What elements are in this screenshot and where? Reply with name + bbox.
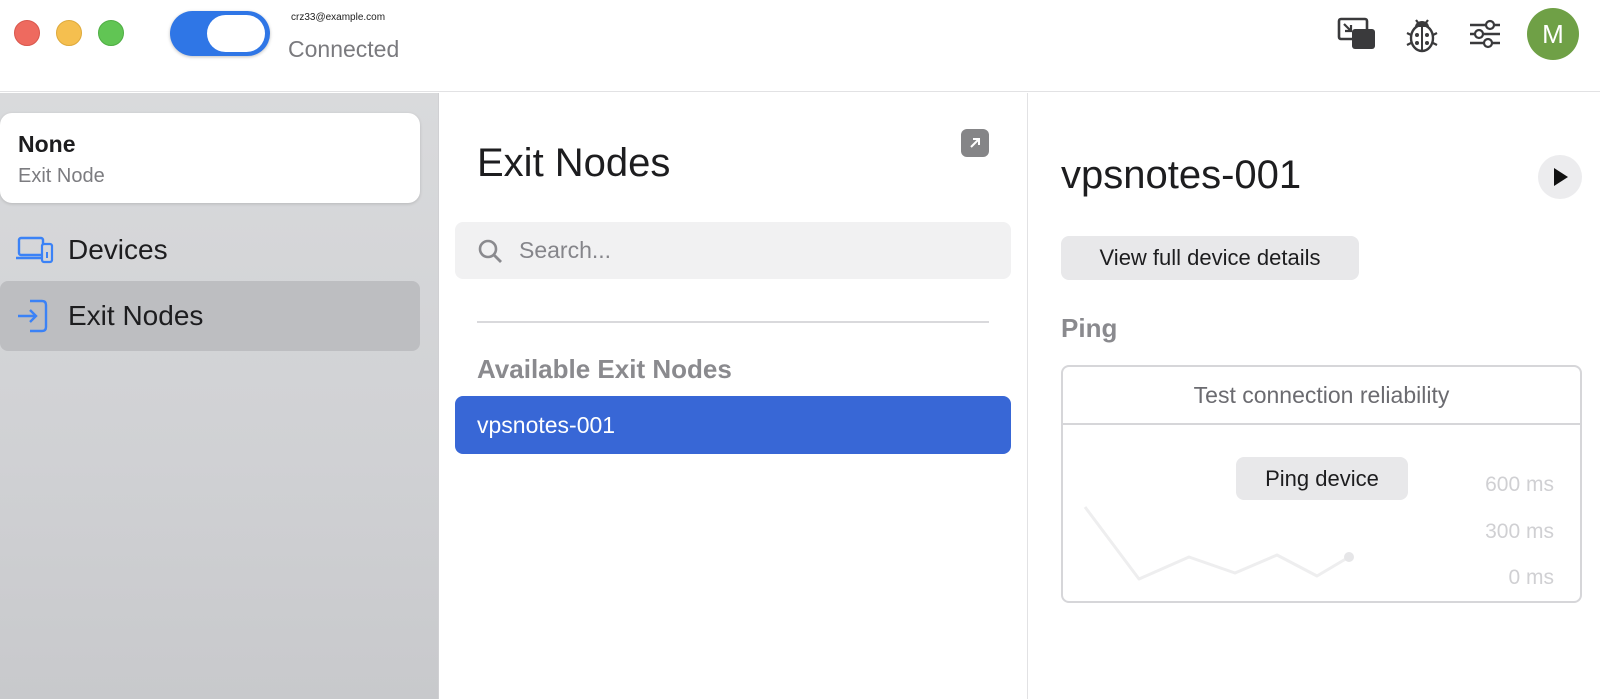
sidebar: None Exit Node Devices Exit Nodes [0,93,439,699]
play-button[interactable] [1538,155,1582,199]
page-title: Exit Nodes [477,141,671,185]
ping-sparkline [1083,506,1354,581]
exit-node-name: vpsnotes-001 [477,412,616,438]
axis-tick-label: 0 ms [1508,566,1554,589]
sidebar-item-label: Exit Nodes [68,300,204,331]
ping-panel: Test connection reliability Ping device … [1061,365,1582,603]
screen-share-icon[interactable] [1337,14,1377,54]
ping-panel-title: Test connection reliability [1063,367,1580,425]
sidebar-item-label: Devices [68,234,168,265]
search-input[interactable] [519,232,989,269]
sidebar-item-devices[interactable]: Devices [0,215,420,285]
account-email[interactable]: crz33@example.com [291,12,385,23]
device-title: vpsnotes-001 [1061,153,1302,197]
exit-node-caption: Exit Node [18,165,105,187]
section-heading: Available Exit Nodes [477,354,732,384]
window-zoom-button[interactable] [98,20,124,46]
ping-heading: Ping [1061,313,1118,343]
device-detail-panel: vpsnotes-001 View full device details Pi… [1029,93,1600,699]
view-details-button[interactable]: View full device details [1061,236,1359,280]
connection-status: Connected [288,36,400,62]
devices-icon [16,232,54,268]
exit-nodes-panel: Exit Nodes Available Exit Nodes vpsnotes… [440,93,1028,699]
window-minimize-button[interactable] [56,20,82,46]
avatar[interactable]: M [1527,8,1579,60]
list-item[interactable]: vpsnotes-001 [455,396,1011,454]
sliders-icon[interactable] [1465,14,1505,54]
ping-device-button[interactable]: Ping device [1236,457,1408,500]
popout-icon[interactable] [961,129,989,157]
toggle-knob [207,15,265,52]
divider [477,321,989,323]
exit-node-current: None [18,131,76,157]
window-close-button[interactable] [14,20,40,46]
ping-chart: Ping device 600 ms 300 ms 0 ms [1063,427,1580,601]
axis-tick-label: 300 ms [1485,520,1554,543]
play-icon [1554,168,1568,186]
sidebar-item-exit-nodes[interactable]: Exit Nodes [0,281,420,351]
search-field[interactable] [455,222,1011,279]
title-bar: crz33@example.com Connected M [0,0,1600,92]
connection-toggle[interactable] [170,11,270,56]
exit-node-selector[interactable]: None Exit Node [0,113,420,203]
axis-tick-label: 600 ms [1485,473,1554,496]
exit-nodes-icon [16,298,54,334]
search-icon [477,238,503,264]
bug-icon[interactable] [1402,14,1442,54]
